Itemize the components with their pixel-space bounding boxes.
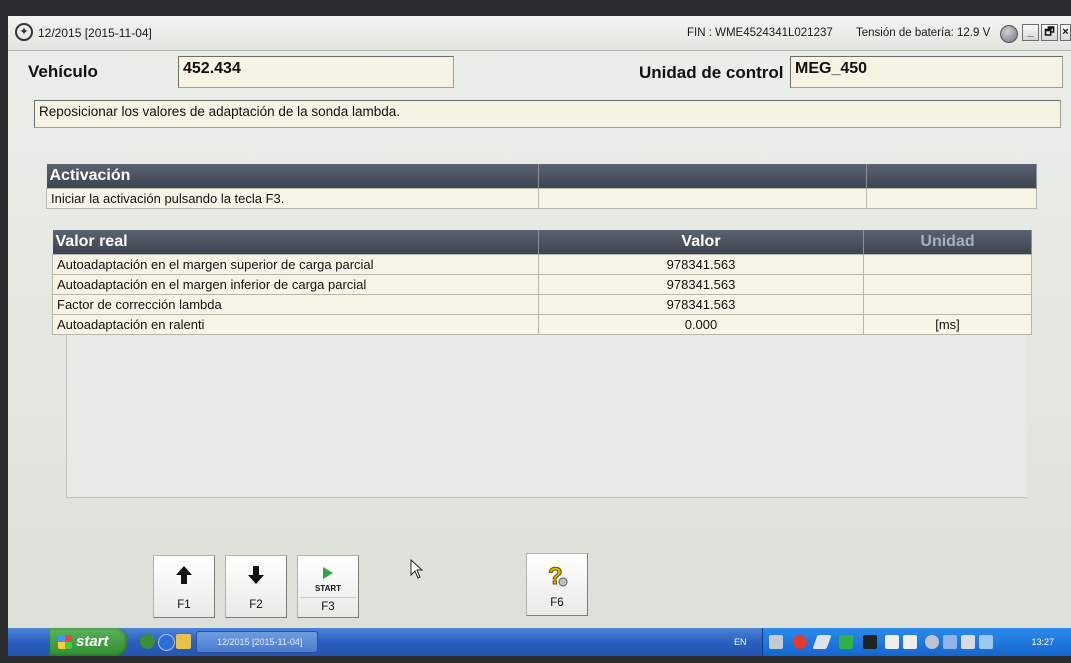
taskbar: start 12/2015 [2015-11-04] EN 13:27 — [8, 628, 1071, 656]
row-value: 978341.563 — [538, 254, 864, 275]
volume-icon[interactable] — [979, 635, 993, 649]
table-row: Autoadaptación en el margen superior de … — [52, 254, 1032, 275]
table-row: Factor de corrección lambda 978341.563 — [52, 294, 1032, 315]
title-bar: ✦ 12/2015 [2015-11-04] FIN : WME4524341L… — [8, 16, 1071, 51]
vehicle-label: Vehículo — [28, 62, 98, 81]
eraser-icon[interactable] — [812, 635, 832, 649]
arrow-down-icon — [226, 564, 286, 592]
f1-label: F1 — [177, 599, 191, 611]
activation-header-empty — [538, 164, 867, 189]
f3-label: F3 — [300, 597, 356, 613]
row-name: Autoadaptación en el margen superior de … — [52, 254, 539, 275]
table-cell — [866, 188, 1037, 209]
system-tray: 13:27 — [762, 628, 1071, 656]
close-button[interactable]: × — [1060, 24, 1071, 41]
table-cell — [538, 188, 867, 209]
description-field: Reposicionar los valores de adaptación d… — [34, 100, 1061, 128]
battery-voltage: Tensión de batería: 12.9 V — [856, 27, 991, 39]
row-name: Autoadaptación en ralenti — [52, 314, 539, 335]
activation-header-empty — [866, 164, 1037, 189]
folder-icon[interactable] — [176, 634, 191, 649]
row-value: 0.000 — [538, 314, 864, 335]
control-unit-field: MEG_450 — [790, 56, 1063, 88]
battery-status-icon — [1000, 25, 1018, 43]
vehicle-field: 452.434 — [178, 56, 454, 88]
row-name: Factor de corrección lambda — [52, 294, 539, 315]
table-row: Autoadaptación en el margen inferior de … — [52, 274, 1032, 295]
minimize-button[interactable]: _ — [1022, 24, 1039, 41]
stop-icon[interactable] — [793, 635, 807, 649]
language-indicator[interactable]: EN — [734, 637, 747, 647]
values-table: Valor real Valor Unidad Autoadaptación e… — [52, 230, 1032, 335]
quicklaunch-icon[interactable] — [140, 634, 155, 649]
network-icon[interactable] — [769, 635, 783, 649]
row-unit — [863, 294, 1032, 315]
column-header-valor-real: Valor real — [52, 230, 539, 255]
network-status-icon[interactable] — [943, 635, 957, 649]
application-window: ✦ 12/2015 [2015-11-04] FIN : WME4524341L… — [8, 16, 1071, 656]
start-label: START — [314, 584, 342, 593]
activation-header: Activación — [46, 164, 539, 189]
f2-label: F2 — [249, 599, 263, 611]
mercedes-logo-icon: ✦ — [15, 23, 33, 41]
row-name: Autoadaptación en el margen inferior de … — [52, 274, 539, 295]
table-row: Autoadaptación en ralenti 0.000 [ms] — [52, 314, 1032, 335]
windows-flag-icon — [58, 635, 72, 649]
restore-button[interactable]: 🗗 — [1041, 24, 1058, 41]
row-value: 978341.563 — [538, 274, 864, 295]
lock-icon[interactable] — [885, 635, 899, 649]
f1-button[interactable]: F1 — [153, 555, 215, 618]
clock: 13:27 — [1031, 637, 1054, 647]
values-table-area — [66, 334, 1027, 498]
drive-d-icon[interactable] — [903, 635, 917, 649]
settings-icon[interactable] — [925, 635, 939, 649]
f3-start-button[interactable]: START F3 — [297, 555, 359, 618]
device-icon[interactable] — [863, 635, 877, 649]
f6-label: F6 — [550, 597, 564, 609]
row-unit — [863, 254, 1032, 275]
control-unit-label: Unidad de control — [639, 63, 784, 82]
column-header-valor: Valor — [538, 230, 864, 255]
row-value: 978341.563 — [538, 294, 864, 315]
arrow-up-icon — [154, 564, 214, 592]
row-unit: [ms] — [863, 314, 1032, 335]
window-title: 12/2015 [2015-11-04] — [38, 26, 152, 40]
mouse-cursor-icon — [410, 558, 424, 584]
browser-icon[interactable] — [158, 634, 175, 651]
activation-table: Activación Iniciar la activación pulsand… — [46, 164, 1037, 209]
column-header-unidad: Unidad — [863, 230, 1032, 255]
app-tray-icon[interactable] — [839, 635, 853, 649]
activation-instruction: Iniciar la activación pulsando la tecla … — [46, 188, 539, 209]
row-unit — [863, 274, 1032, 295]
taskbar-item[interactable]: 12/2015 [2015-11-04] — [196, 631, 318, 653]
f2-button[interactable]: F2 — [225, 555, 287, 618]
svg-text:?: ? — [548, 563, 563, 590]
display-icon[interactable] — [961, 635, 975, 649]
fin-number: FIN : WME4524341L021237 — [687, 27, 833, 39]
help-icon: ? — [527, 562, 587, 591]
f6-help-button[interactable]: ? F6 — [526, 553, 588, 616]
